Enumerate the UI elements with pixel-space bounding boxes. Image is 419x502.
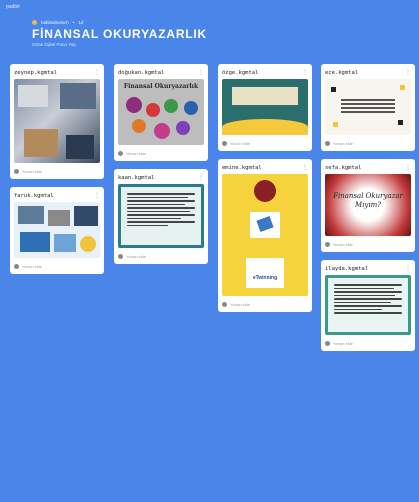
post-card[interactable]: kaan.kgmtal ⋮ Yorum ekle [114,169,208,264]
comment-icon [118,151,123,156]
more-options-icon[interactable]: ⋮ [198,175,204,181]
more-options-icon[interactable]: ⋮ [198,70,204,76]
more-options-icon[interactable]: ⋮ [94,70,100,76]
post-image[interactable]: Finansal Okuryazarlık [118,79,204,145]
post-author[interactable]: emine.kgmtal [222,165,262,171]
school-logo [254,180,276,202]
post-card[interactable]: faruk.kgmtal ⋮ Yorum ekle [10,187,104,274]
add-comment-label: Yorum ekle [230,302,250,307]
column-3: özge.kgmtal ⋮ Yorum ekle emine.kgmtal ⋮ … [218,64,312,312]
more-options-icon[interactable]: ⋮ [405,70,411,76]
add-comment-label: Yorum ekle [126,151,146,156]
add-comment-label: Yorum ekle [126,254,146,259]
post-image[interactable] [14,79,100,163]
comment-row[interactable]: Yorum ekle [118,151,204,156]
comment-row[interactable]: Yorum ekle [222,141,308,146]
add-comment-label: Yorum ekle [333,341,353,346]
post-card[interactable]: ilayda.kgmtal ⋮ Yorum ekle [321,260,415,351]
post-image[interactable] [325,275,411,335]
board-subtitle: Ortak Dijital Pano Yap [32,42,76,47]
board-age: 1d [78,20,84,25]
etwinning-label: eTwinning [252,275,278,281]
comment-icon [222,302,227,307]
illustration-image [250,212,280,238]
comment-row[interactable]: Yorum ekle [325,341,411,346]
post-image[interactable] [222,79,308,135]
post-card[interactable]: doğukan.kgmtal ⋮ Finansal Okuryazarlık Y… [114,64,208,161]
post-card[interactable]: ece.kgmtal ⋮ Yorum ekle [321,64,415,151]
post-author[interactable]: özge.kgmtal [222,70,258,76]
post-author[interactable]: ilayda.kgmtal [325,266,368,272]
author-avatar[interactable] [32,20,37,25]
add-comment-label: Yorum ekle [22,169,42,174]
comment-icon [14,264,19,269]
column-4: ece.kgmtal ⋮ Yorum ekle sefa.kgmtal ⋮ Fi… [321,64,415,351]
add-comment-label: Yorum ekle [333,242,353,247]
post-image[interactable]: eTwinning [222,174,308,296]
more-options-icon[interactable]: ⋮ [302,165,308,171]
comment-row[interactable]: Yorum ekle [118,254,204,259]
post-author[interactable]: ece.kgmtal [325,70,358,76]
post-image[interactable] [118,184,204,248]
column-2: doğukan.kgmtal ⋮ Finansal Okuryazarlık Y… [114,64,208,264]
more-options-icon[interactable]: ⋮ [94,193,100,199]
column-1: zeynep.kgmtal ⋮ Yorum ekle faruk.kgmtal … [10,64,104,274]
add-comment-label: Yorum ekle [230,141,250,146]
post-card[interactable]: sefa.kgmtal ⋮ Finansal Okuryazar Mıyım? … [321,159,415,252]
post-author[interactable]: faruk.kgmtal [14,193,54,199]
comment-icon [222,141,227,146]
board-meta: habitsdeutsch • 1d [32,20,207,25]
comment-row[interactable]: Yorum ekle [14,264,100,269]
post-card[interactable]: emine.kgmtal ⋮ eTwinning Yorum ekle [218,159,312,312]
board-author[interactable]: habitsdeutsch [41,20,69,25]
post-author[interactable]: sefa.kgmtal [325,165,361,171]
comment-row[interactable]: Yorum ekle [325,141,411,146]
post-card[interactable]: özge.kgmtal ⋮ Yorum ekle [218,64,312,151]
comment-row[interactable]: Yorum ekle [325,242,411,247]
comment-icon [118,254,123,259]
comment-row[interactable]: Yorum ekle [222,302,308,307]
add-comment-label: Yorum ekle [22,264,42,269]
post-image-title: Finansal Okuryazar Mıyım? [333,192,403,210]
more-options-icon[interactable]: ⋮ [302,70,308,76]
comment-icon [325,242,330,247]
comment-icon [14,169,19,174]
board-header: habitsdeutsch • 1d FİNANSAL OKURYAZARLIK… [32,20,207,47]
post-image[interactable] [14,202,100,258]
post-author[interactable]: doğukan.kgmtal [118,70,164,76]
padlet-logo[interactable]: padlet [6,4,20,10]
post-image-title: Finansal Okuryazarlık [123,83,199,90]
comment-icon [325,341,330,346]
more-options-icon[interactable]: ⋮ [405,266,411,272]
post-card[interactable]: zeynep.kgmtal ⋮ Yorum ekle [10,64,104,179]
add-comment-label: Yorum ekle [333,141,353,146]
post-author[interactable]: zeynep.kgmtal [14,70,57,76]
board-title: FİNANSAL OKURYAZARLIK [32,27,208,41]
comment-icon [325,141,330,146]
post-author[interactable]: kaan.kgmtal [118,175,154,181]
post-image[interactable] [325,79,411,135]
comment-row[interactable]: Yorum ekle [14,169,100,174]
post-image[interactable]: Finansal Okuryazar Mıyım? [325,174,411,236]
meta-separator: • [72,20,75,25]
etwinning-logo: eTwinning [246,258,284,288]
more-options-icon[interactable]: ⋮ [405,165,411,171]
